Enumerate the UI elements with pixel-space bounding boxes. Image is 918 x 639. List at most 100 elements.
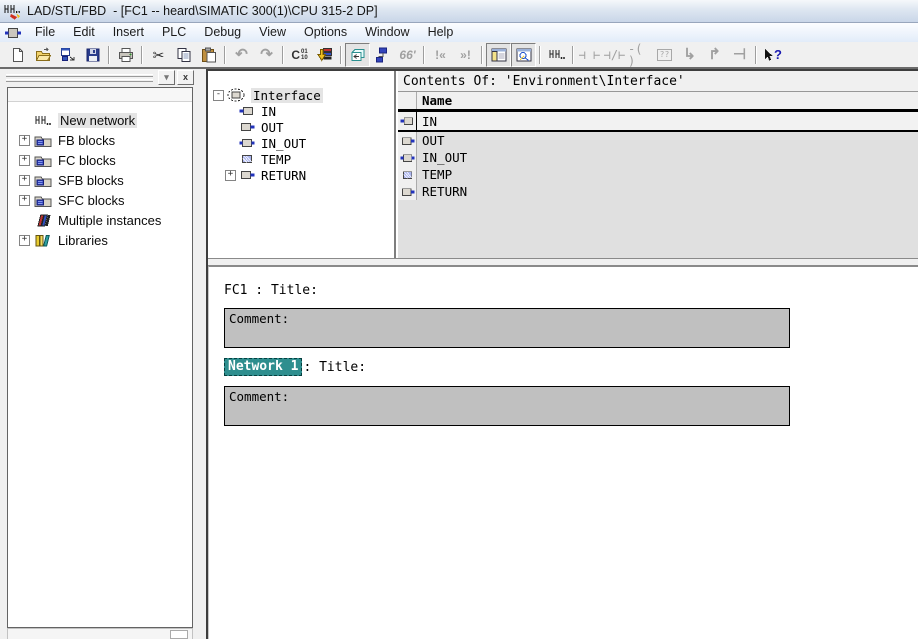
c01-icon: C 01 10 <box>291 47 308 62</box>
symbol-icon <box>375 47 387 62</box>
sidebar-item-label: Multiple instances <box>58 212 162 228</box>
split-view-button[interactable] <box>486 42 511 67</box>
empty-box-button[interactable]: ?? <box>652 43 677 67</box>
sidebar-item-sfb-blocks[interactable]: + SFB blocks <box>8 170 192 190</box>
contact-no-button[interactable]: ⊣ ⊢ <box>577 43 602 67</box>
redo-button[interactable]: ↷ <box>254 43 279 67</box>
table-row-temp[interactable]: TEMP <box>398 166 918 183</box>
toolbar-separator <box>423 45 425 64</box>
interface-return-row[interactable]: + RETURN <box>208 167 394 183</box>
detail-view-button[interactable] <box>511 42 536 67</box>
table-cell-name[interactable]: RETURN <box>417 183 918 200</box>
expand-plus-icon[interactable]: + <box>19 234 30 246</box>
declaration-temp-icon <box>242 155 252 163</box>
mdi-child-icon[interactable] <box>4 27 22 39</box>
interface-out-row[interactable]: OUT <box>208 119 394 135</box>
interface-icon <box>227 88 245 102</box>
declaration-in-icon <box>398 112 417 130</box>
chevron-down-icon: ▾ <box>164 72 169 82</box>
panel-grip[interactable]: ▾ x <box>6 70 194 85</box>
download-button[interactable] <box>312 43 337 67</box>
sidebar-item-sfc-blocks[interactable]: + SFC blocks <box>8 190 192 210</box>
menu-file[interactable]: File <box>26 24 64 41</box>
menu-plc[interactable]: PLC <box>153 24 195 41</box>
table-row-out[interactable]: OUT <box>398 132 918 149</box>
contact-nc-button[interactable]: ⊣/⊢ <box>602 43 627 67</box>
close-icon: x <box>182 72 188 82</box>
expand-plus-icon[interactable]: + <box>19 154 30 166</box>
expand-plus-icon[interactable]: + <box>19 174 30 186</box>
interface-item-label: IN_OUT <box>261 135 307 151</box>
new-button[interactable] <box>5 43 30 67</box>
name-column-header: Name <box>422 93 453 108</box>
symbol-info-button[interactable] <box>370 43 395 67</box>
table-row-in-out[interactable]: IN_OUT <box>398 149 918 166</box>
network-comment-box[interactable]: Comment: <box>224 386 790 426</box>
panel-dropdown-button[interactable]: ▾ <box>158 70 175 85</box>
block-title[interactable]: FC1 : Title: <box>224 283 318 298</box>
new-network-button[interactable] <box>544 43 569 67</box>
cut-button[interactable]: ✂ <box>146 43 171 67</box>
menu-view[interactable]: View <box>250 24 295 41</box>
help-button[interactable]: ? <box>760 43 785 67</box>
open-branch-button[interactable]: ↳ <box>677 43 702 67</box>
c01-button[interactable]: C 01 10 <box>287 43 312 67</box>
expand-plus-icon[interactable]: + <box>225 169 236 181</box>
table-cell-name[interactable]: IN <box>417 112 918 130</box>
scrollbar-thumb[interactable] <box>170 630 188 639</box>
help-arrow-icon <box>765 48 773 61</box>
interface-temp-row[interactable]: TEMP <box>208 151 394 167</box>
monitor-button[interactable]: 66' <box>395 43 420 67</box>
menu-debug[interactable]: Debug <box>195 24 250 41</box>
menu-help[interactable]: Help <box>419 24 463 41</box>
sidebar-item-fb-blocks[interactable]: + FB blocks <box>8 130 192 150</box>
expand-plus-icon[interactable]: + <box>19 134 30 146</box>
sidebar-item-new-network[interactable]: New network <box>8 110 192 130</box>
paste-button[interactable] <box>196 43 221 67</box>
table-cell-name[interactable]: OUT <box>417 132 918 149</box>
save-button[interactable] <box>80 43 105 67</box>
undo-button[interactable]: ↶ <box>229 43 254 67</box>
menu-options[interactable]: Options <box>295 24 356 41</box>
menu-window[interactable]: Window <box>356 24 418 41</box>
toolbar-separator <box>481 45 483 64</box>
declaration-code-splitter[interactable] <box>208 258 918 266</box>
branch-end-button[interactable]: ⊣ <box>727 43 752 67</box>
previous-error-button[interactable]: !« <box>428 43 453 67</box>
declaration-return-icon <box>241 171 255 179</box>
collapse-minus-icon[interactable]: - <box>213 89 224 101</box>
interface-in-out-row[interactable]: IN_OUT <box>208 135 394 151</box>
interface-item-label: RETURN <box>261 167 307 183</box>
network-badge[interactable]: Network 1 <box>224 358 303 376</box>
table-cell-name[interactable]: IN_OUT <box>417 149 918 166</box>
block-comment-box[interactable]: Comment: <box>224 308 790 348</box>
interface-item-label: OUT <box>261 119 284 135</box>
panel-close-button[interactable]: x <box>177 70 194 85</box>
network-title-line: Network 1 : Title: <box>224 358 366 376</box>
copy-button[interactable] <box>171 43 196 67</box>
network-title-suffix[interactable]: : Title: <box>303 360 366 375</box>
print-button[interactable] <box>113 43 138 67</box>
table-row-in[interactable]: IN <box>398 111 918 132</box>
expand-plus-icon[interactable]: + <box>19 194 30 206</box>
sidebar-item-libraries[interactable]: + Libraries <box>8 230 192 250</box>
panel-horizontal-scrollbar[interactable] <box>7 628 193 639</box>
table-cell-name[interactable]: TEMP <box>417 166 918 183</box>
overview-toggle-button[interactable] <box>345 42 370 67</box>
clipboard-icon <box>201 47 216 62</box>
menu-insert[interactable]: Insert <box>104 24 153 41</box>
coil-button[interactable]: -( ) <box>627 43 652 67</box>
open-button[interactable] <box>30 43 55 67</box>
normally-closed-contact-icon: ⊣/⊢ <box>603 47 626 62</box>
next-error-button[interactable]: »! <box>453 43 478 67</box>
sidebar-item-multiple-instances[interactable]: Multiple instances <box>8 210 192 230</box>
close-branch-button[interactable]: ↱ <box>702 43 727 67</box>
interface-root-row[interactable]: - Interface <box>208 87 394 103</box>
interface-in-row[interactable]: IN <box>208 103 394 119</box>
menu-edit[interactable]: Edit <box>64 24 104 41</box>
main-toolbar: ✂ ↶ ↷ C 01 10 66' !« »! ⊣ ⊢ ⊣/⊢ -() ?? … <box>0 42 918 69</box>
open-online-button[interactable] <box>55 43 80 67</box>
table-row-return[interactable]: RETURN <box>398 183 918 200</box>
table-header-row: Name <box>398 92 918 111</box>
sidebar-item-fc-blocks[interactable]: + FC blocks <box>8 150 192 170</box>
